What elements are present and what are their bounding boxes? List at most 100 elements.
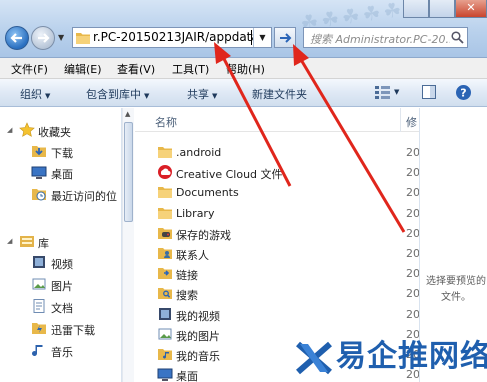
nav-item-music[interactable]: 音乐 [0,340,122,360]
file-row[interactable]: 搜索 20 [135,283,420,303]
search-input[interactable]: 搜索 Administrator.PC-20... [310,31,450,47]
menu-file[interactable]: 文件(F) [11,61,48,77]
organize-button[interactable]: 组织 ▼ [20,86,50,102]
videos-library-icon [33,256,45,268]
folder-icon [158,147,172,158]
brand-logo [296,341,332,375]
file-date: 20 [406,186,420,200]
contacts-icon [158,248,172,259]
expander-icon[interactable]: ◢ [7,237,12,245]
command-bar: 组织 ▼ 包含到库中 ▼ 共享 ▼ 新建文件夹 ▼ ? [0,79,487,107]
chevron-down-icon: ▼ [144,92,150,100]
preview-message: 选择要预览的文件。 [426,276,486,303]
desktop-icon [157,368,173,382]
minimize-button[interactable] [403,0,429,18]
navigation-pane: ◢ 收藏夹 下载 桌面 最近访问的位 ◢ 库 视频 图片 文档 迅雷下载 音乐 [0,108,122,382]
file-name: Documents [176,186,239,200]
organize-label: 组织 [20,88,42,101]
nav-scrollbar[interactable]: ▲ [122,108,134,382]
nav-item-recent[interactable]: 最近访问的位 [0,184,122,204]
nav-item-label: 视频 [51,258,73,271]
file-row[interactable]: Creative Cloud 文件 20 [135,162,420,182]
star-icon [19,122,35,137]
brand-watermark-text: 易企推网络 [336,339,487,374]
file-row[interactable]: 保存的游戏 20 [135,223,420,243]
address-path[interactable]: r.PC-20150213JAIR/appdata [93,30,253,46]
address-dropdown-icon[interactable]: ▼ [253,28,271,47]
column-date-header[interactable]: 修 [406,114,417,130]
nav-libraries[interactable]: ◢ 库 [0,231,122,251]
include-in-library-label: 包含到库中 [86,88,141,101]
search-box[interactable]: 搜索 Administrator.PC-20... [303,27,468,48]
my-pictures-icon [158,328,172,340]
scroll-up-icon[interactable]: ▲ [125,110,130,118]
file-row[interactable]: 我的视频 20 [135,304,420,324]
share-button[interactable]: 共享 ▼ [187,86,217,102]
chevron-down-icon: ▼ [212,92,218,100]
help-icon[interactable]: ? [455,84,472,101]
address-bar[interactable]: r.PC-20150213JAIR/appdata ▼ [72,27,272,48]
file-name: .android [176,146,222,159]
maximize-button[interactable] [429,0,455,18]
share-label: 共享 [187,88,209,101]
nav-item-label: 下载 [51,147,73,160]
file-date: 20 [406,307,420,321]
file-row[interactable]: 联系人 20 [135,243,420,263]
column-name-header[interactable]: 名称 [155,114,177,130]
menu-bar: 文件(F) 编辑(E) 查看(V) 工具(T) 帮助(H) [0,58,487,79]
file-row[interactable]: Documents 20 [135,182,420,202]
nav-item-label: 最近访问的位 [51,190,117,203]
menu-edit[interactable]: 编辑(E) [64,61,102,77]
folder-icon [158,207,172,219]
new-folder-button[interactable]: 新建文件夹 [252,86,307,102]
nav-item-pictures[interactable]: 图片 [0,274,122,294]
view-dropdown-icon[interactable]: ▼ [394,88,399,96]
svg-text:?: ? [460,87,466,100]
documents-library-icon [33,299,45,313]
nav-item-label: 迅雷下载 [51,324,95,337]
nav-item-videos[interactable]: 视频 [0,252,122,272]
search-icon[interactable] [451,31,464,44]
folder-icon [76,33,90,44]
pictures-library-icon [32,278,46,290]
file-date: 20 [406,146,420,159]
text-caret [251,30,252,45]
file-date: 20 [406,267,420,281]
include-in-library-button[interactable]: 包含到库中 ▼ [86,86,149,102]
nav-item-label: 音乐 [51,346,73,359]
my-videos-icon [159,307,171,320]
column-separator[interactable] [400,108,401,132]
forward-button[interactable] [31,26,55,50]
back-button[interactable] [5,26,29,50]
file-row[interactable]: .android 20 [135,142,420,162]
expander-icon[interactable]: ◢ [7,126,12,134]
thunder-downloads-icon [32,323,46,334]
nav-item-downloads[interactable]: 下载 [0,141,122,161]
view-options-icon[interactable] [374,84,392,100]
file-row[interactable]: 链接 20 [135,263,420,283]
file-row[interactable]: Library 20 [135,203,420,223]
menu-tools[interactable]: 工具(T) [172,61,209,77]
file-date: 20 [406,206,420,220]
nav-favorites[interactable]: ◢ 收藏夹 [0,120,122,140]
close-button[interactable]: ✕ [455,0,487,18]
history-dropdown-icon[interactable]: ▼ [58,33,64,42]
column-headers: 名称 修 [135,108,419,132]
nav-item-desktop[interactable]: 桌面 [0,162,122,182]
nav-item-documents[interactable]: 文档 [0,296,122,316]
preview-pane-icon[interactable] [421,84,437,100]
file-name: 桌面 [176,370,198,382]
file-name: 搜索 [176,289,198,303]
file-name: Creative Cloud 文件 [176,168,283,182]
scroll-thumb[interactable] [124,122,133,222]
file-date: 20 [406,247,420,260]
menu-help[interactable]: 帮助(H) [226,61,265,77]
library-icon [20,236,34,247]
arrow-left-icon [10,33,22,43]
nav-item-thunder-downloads[interactable]: 迅雷下载 [0,318,122,338]
links-icon [158,268,172,280]
menu-view[interactable]: 查看(V) [117,61,155,77]
file-name: 链接 [176,269,198,283]
title-bar: ☘☘☘☘☘ ✕ ▼ r.PC-20150213JAIR/appdata ▼ 搜索… [0,0,487,58]
go-button[interactable] [274,27,296,48]
